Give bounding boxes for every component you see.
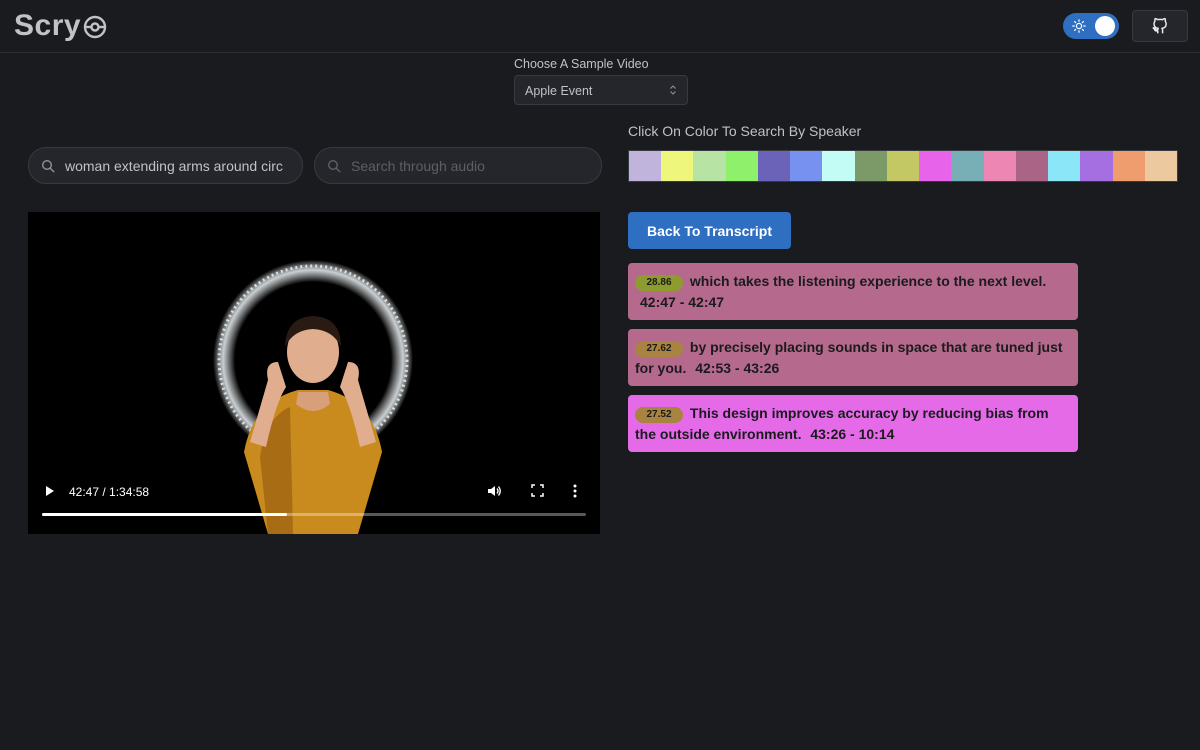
search-icon: [327, 159, 341, 173]
speaker-swatch-9[interactable]: [886, 151, 920, 181]
speaker-swatch-5[interactable]: [757, 151, 791, 181]
score-badge: 27.62: [635, 341, 683, 357]
volume-icon[interactable]: [487, 484, 503, 498]
fullscreen-icon[interactable]: [531, 484, 544, 497]
video-progress-bar[interactable]: [42, 513, 586, 516]
play-icon[interactable]: [44, 484, 56, 498]
github-icon: [1152, 17, 1167, 34]
sample-video-label: Choose A Sample Video: [514, 57, 649, 71]
github-button[interactable]: [1132, 10, 1188, 42]
selector-icon: [670, 85, 676, 95]
speaker-swatch-10[interactable]: [919, 151, 952, 181]
speaker-swatch-3[interactable]: [693, 151, 726, 181]
speaker-swatch-6[interactable]: [790, 151, 823, 181]
sample-video-select[interactable]: Apple Event: [514, 75, 688, 105]
speaker-swatch-12[interactable]: [983, 151, 1016, 181]
video-search-box[interactable]: [28, 147, 303, 184]
result-timestamp: 42:47 - 42:47: [640, 294, 725, 310]
speaker-swatch-8[interactable]: [854, 151, 887, 181]
score-badge: 28.86: [635, 275, 683, 291]
search-result-item[interactable]: 27.52 This design improves accuracy by r…: [628, 395, 1078, 452]
app-title: Scry: [14, 9, 82, 42]
score-badge: 27.52: [635, 407, 683, 423]
back-to-transcript-button[interactable]: Back To Transcript: [628, 212, 791, 249]
result-text: which takes the listening experience to …: [689, 273, 1047, 289]
theme-toggle[interactable]: [1063, 13, 1119, 39]
sample-video-value: Apple Event: [525, 84, 593, 98]
more-options-icon[interactable]: [573, 484, 577, 498]
video-time: 42:47 / 1:34:58: [69, 485, 150, 499]
pokeball-icon: [83, 15, 107, 39]
app-header: Scry: [0, 0, 1200, 53]
speaker-swatch-2[interactable]: [661, 151, 694, 181]
speaker-swatch-11[interactable]: [951, 151, 984, 181]
video-search-input[interactable]: [65, 157, 295, 174]
speaker-color-palette: [628, 150, 1178, 182]
sun-icon: [1072, 19, 1086, 33]
speaker-swatch-7[interactable]: [822, 151, 855, 181]
speaker-color-label: Click On Color To Search By Speaker: [628, 123, 862, 139]
audio-search-input[interactable]: [351, 157, 581, 174]
speaker-swatch-4[interactable]: [725, 151, 758, 181]
search-result-item[interactable]: 28.86 which takes the listening experien…: [628, 263, 1078, 320]
speaker-swatch-17[interactable]: [1144, 151, 1177, 181]
video-player[interactable]: 42:47 / 1:34:58: [28, 212, 600, 534]
video-progress-fill: [42, 513, 287, 516]
speaker-swatch-13[interactable]: [1015, 151, 1049, 181]
speaker-swatch-15[interactable]: [1080, 151, 1113, 181]
speaker-swatch-1[interactable]: [629, 151, 662, 181]
result-timestamp: 42:53 - 43:26: [695, 360, 780, 376]
search-icon: [41, 159, 55, 173]
result-timestamp: 43:26 - 10:14: [810, 426, 895, 442]
speaker-swatch-14[interactable]: [1048, 151, 1081, 181]
toggle-knob: [1095, 16, 1115, 36]
app-logo[interactable]: Scry: [14, 9, 107, 43]
search-result-item[interactable]: 27.62 by precisely placing sounds in spa…: [628, 329, 1078, 386]
audio-search-box[interactable]: [314, 147, 602, 184]
speaker-swatch-16[interactable]: [1112, 151, 1145, 181]
